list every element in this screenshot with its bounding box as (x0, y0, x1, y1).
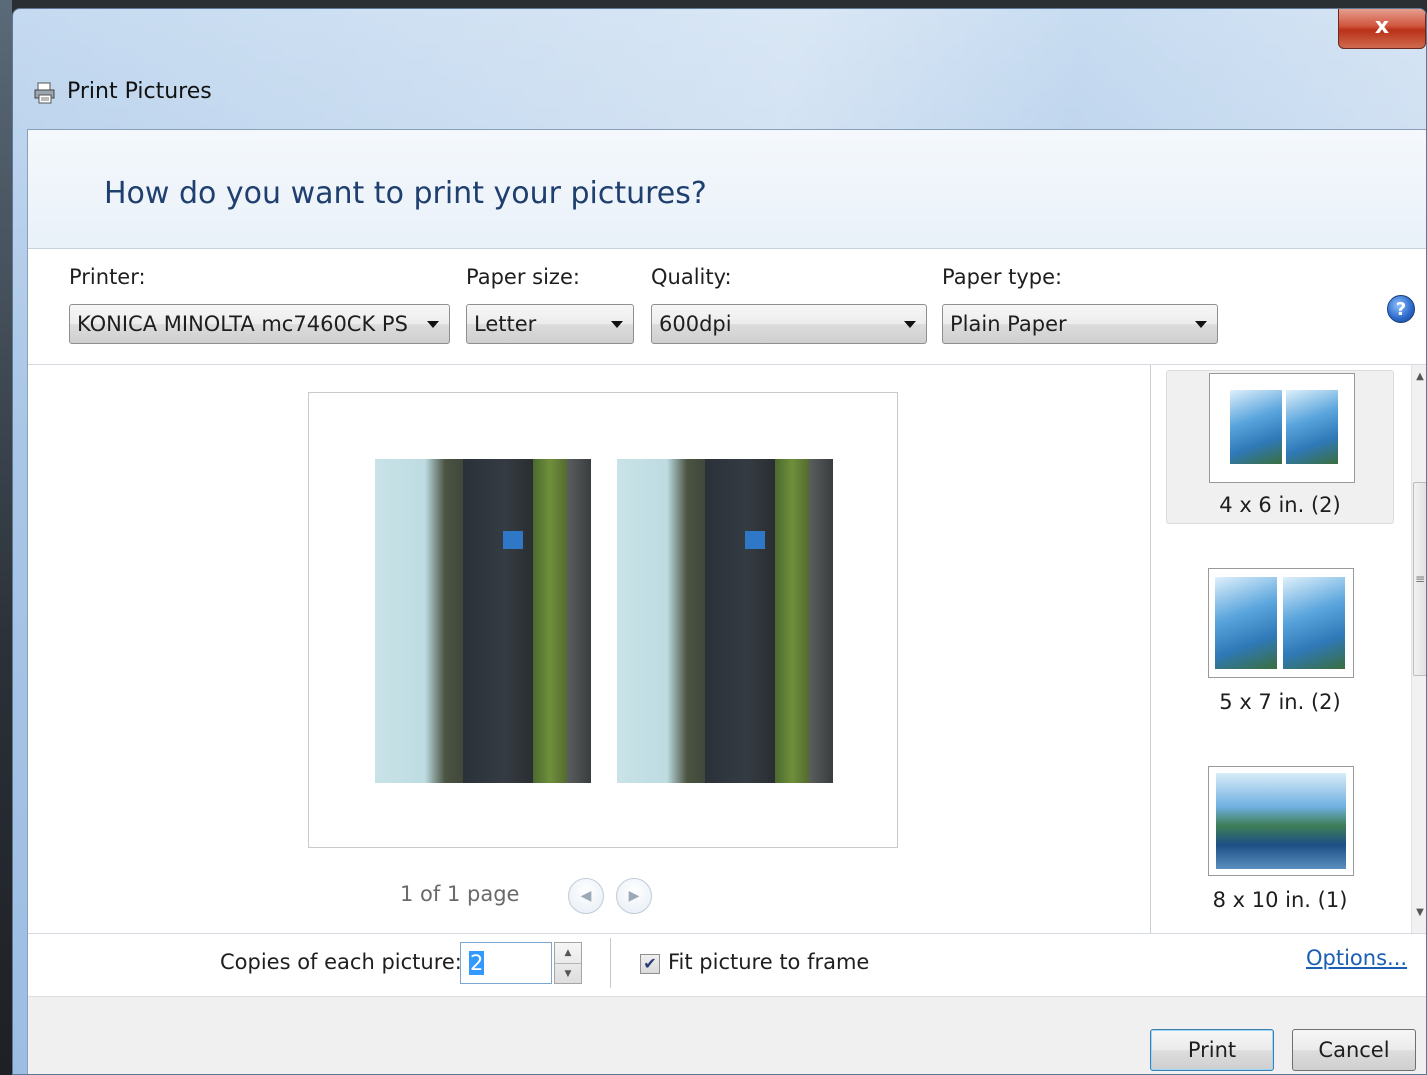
copies-input[interactable]: 2 (460, 942, 552, 984)
previous-page-button[interactable]: ◀ (568, 878, 604, 914)
page-count: 1 of 1 page (400, 882, 520, 906)
cancel-button[interactable]: Cancel (1292, 1029, 1416, 1071)
scroll-up-icon[interactable]: ▲ (1413, 370, 1426, 384)
layout-thumbnail (1209, 373, 1355, 483)
close-button[interactable]: x (1338, 9, 1426, 49)
copies-value: 2 (469, 951, 485, 975)
copies-stepper[interactable]: ▲ ▼ (554, 942, 582, 984)
quality-select-value: 600dpi (659, 312, 732, 336)
quality-select[interactable]: 600dpi (651, 304, 927, 344)
printer-icon (34, 82, 55, 104)
paper-size-select-value: Letter (474, 312, 537, 336)
copies-label: Copies of each picture: (220, 950, 462, 974)
paper-size-select[interactable]: Letter (466, 304, 634, 344)
scrollbar-thumb[interactable]: ≡ (1413, 482, 1426, 676)
paper-type-select[interactable]: Plain Paper (942, 304, 1218, 344)
settings-divider (28, 364, 1426, 365)
dialog-client-area: How do you want to print your pictures? … (27, 129, 1426, 1074)
fit-to-frame-checkbox[interactable]: ✔ (640, 954, 660, 974)
stepper-down-icon[interactable]: ▼ (555, 964, 581, 984)
print-pictures-window: Print Pictures x How do you want to prin… (12, 8, 1427, 1075)
title-bar: Print Pictures x (13, 9, 1426, 129)
options-link[interactable]: Options... (1306, 946, 1407, 970)
fit-to-frame-label[interactable]: Fit picture to frame (668, 950, 869, 974)
arrow-right-icon: ▶ (628, 888, 640, 904)
layout-option-8x10[interactable]: 8 x 10 in. (1) (1166, 766, 1394, 920)
page-title: How do you want to print your pictures? (104, 176, 707, 211)
layout-thumbnail (1208, 766, 1354, 876)
scroll-down-icon[interactable]: ▼ (1413, 906, 1426, 920)
paper-type-label: Paper type: (942, 265, 1063, 289)
window-title: Print Pictures (67, 79, 212, 104)
paper-size-label: Paper size: (466, 265, 580, 289)
printer-select-value: KONICA MINOLTA mc7460CK PS (77, 312, 408, 336)
desktop-edge (0, 0, 12, 1075)
quality-label: Quality: (651, 265, 732, 289)
layout-label: 5 x 7 in. (2) (1219, 690, 1341, 714)
preview-photo (375, 459, 591, 783)
dialog-header: How do you want to print your pictures? (28, 130, 1426, 249)
paper-type-select-value: Plain Paper (950, 312, 1067, 336)
chevron-down-icon (427, 321, 439, 328)
layout-panel-divider (1150, 365, 1151, 933)
options-separator (610, 938, 611, 988)
arrow-left-icon: ◀ (580, 888, 592, 904)
next-page-button[interactable]: ▶ (616, 878, 652, 914)
layout-option-4x6[interactable]: 4 x 6 in. (2) (1166, 370, 1394, 524)
dialog-footer: Print Cancel (28, 996, 1426, 1074)
print-button[interactable]: Print (1150, 1029, 1274, 1071)
layout-label: 4 x 6 in. (2) (1219, 493, 1341, 517)
print-preview-page (308, 392, 898, 848)
preview-photo (617, 459, 833, 783)
chevron-down-icon (611, 321, 623, 328)
stepper-up-icon[interactable]: ▲ (555, 943, 581, 964)
chevron-down-icon (1195, 321, 1207, 328)
layout-label: 8 x 10 in. (1) (1212, 888, 1348, 912)
checkmark-icon: ✔ (643, 954, 657, 973)
layout-thumbnail (1208, 568, 1354, 678)
printer-select[interactable]: KONICA MINOLTA mc7460CK PS (69, 304, 450, 344)
help-icon[interactable]: ? (1387, 295, 1415, 323)
layout-option-5x7[interactable]: 5 x 7 in. (2) (1166, 568, 1394, 722)
chevron-down-icon (904, 321, 916, 328)
options-divider (28, 933, 1426, 934)
printer-label: Printer: (69, 265, 146, 289)
